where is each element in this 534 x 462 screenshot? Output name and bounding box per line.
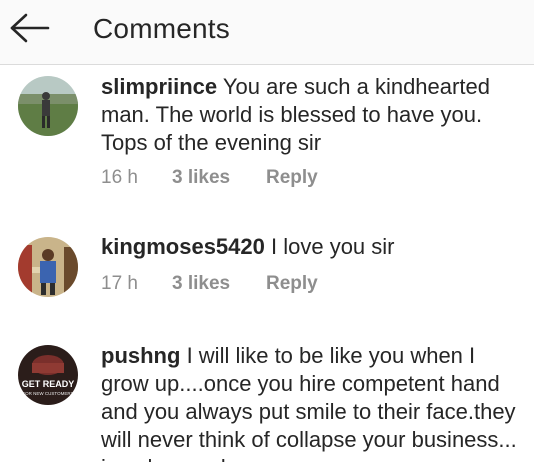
- reply-button[interactable]: Reply: [266, 272, 318, 296]
- avatar[interactable]: GET READY FOR NEW CUSTOMERS: [18, 345, 78, 405]
- likes-count-link[interactable]: 3 likes: [172, 166, 266, 190]
- arrow-left-icon: [10, 13, 50, 48]
- comment-text-block: slimpriince You are such a kindhearted m…: [101, 73, 521, 157]
- reply-button[interactable]: Reply: [266, 166, 318, 190]
- avatar[interactable]: [18, 76, 78, 136]
- page-title: Comments: [93, 13, 230, 44]
- comment-meta: 17 h 3 likes Reply: [101, 272, 318, 296]
- comment-meta: 16 h 3 likes Reply: [101, 166, 318, 190]
- comment-username[interactable]: slimpriince: [101, 74, 217, 99]
- comment-username[interactable]: pushng: [101, 343, 180, 368]
- top-app-bar: Comments: [0, 0, 534, 65]
- comment-text: I love you sir: [271, 234, 395, 259]
- comment-timestamp: 17 h: [101, 273, 138, 294]
- avatar-text-sub: FOR NEW CUSTOMERS: [22, 391, 73, 396]
- comments-screen: Comments slimpriince You are such a kind…: [0, 0, 534, 462]
- comment-username[interactable]: kingmoses5420: [101, 234, 265, 259]
- comment-text-block: pushng I will like to be like you when I…: [101, 342, 521, 462]
- likes-count-link[interactable]: 3 likes: [172, 272, 266, 296]
- avatar-text-main: GET READY: [22, 379, 75, 389]
- comment-timestamp: 16 h: [101, 167, 138, 188]
- back-button[interactable]: [6, 8, 54, 52]
- comment-text-block: kingmoses5420 I love you sir: [101, 233, 521, 261]
- avatar[interactable]: [18, 237, 78, 297]
